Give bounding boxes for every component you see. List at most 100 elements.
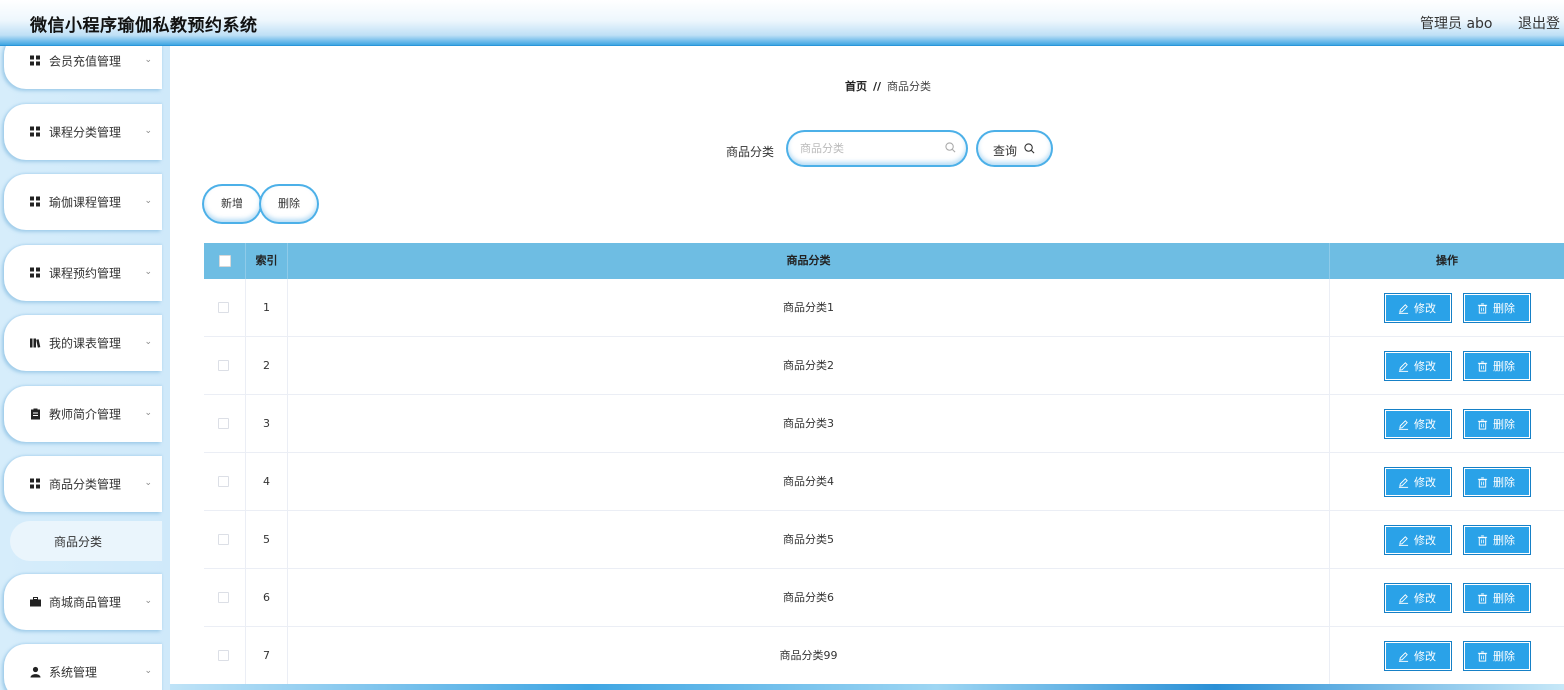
row-index: 3: [246, 395, 288, 453]
delete-button[interactable]: 删除: [1463, 467, 1531, 497]
chevron-down-icon: ⌄: [144, 478, 152, 488]
sidebar: 会员充值管理 ⌄ 课程分类管理 ⌄ 瑜伽课程管理 ⌄ 课程预约管理 ⌄ 我的课表…: [0, 46, 170, 690]
row-operations: 修改 删除: [1330, 279, 1564, 337]
trash-icon: [1477, 651, 1488, 662]
grid-icon: [30, 267, 41, 279]
table-row: 3 商品分类3 修改 删除: [204, 395, 1564, 453]
grid-icon: [30, 55, 41, 67]
delete-button[interactable]: 删除: [1463, 525, 1531, 555]
edit-button[interactable]: 修改: [1384, 583, 1452, 613]
delete-button[interactable]: 删除: [1463, 351, 1531, 381]
sidebar-item-product-category[interactable]: 商品分类管理 ⌄: [4, 456, 162, 512]
user-icon: [30, 666, 41, 678]
sidebar-item-system[interactable]: 系统管理 ⌄: [4, 644, 162, 690]
row-checkbox[interactable]: [218, 650, 229, 661]
sidebar-item-label: 我的课表管理: [49, 336, 122, 351]
row-checkbox[interactable]: [218, 360, 229, 371]
header-select-all: [204, 243, 246, 279]
row-checkbox[interactable]: [218, 476, 229, 487]
row-select-cell: [204, 395, 246, 453]
row-checkbox[interactable]: [218, 534, 229, 545]
breadcrumb-separator: //: [873, 80, 882, 93]
add-button[interactable]: 新增: [204, 186, 260, 222]
breadcrumb: 首页 // 商品分类: [845, 78, 931, 94]
row-operations: 修改 删除: [1330, 337, 1564, 395]
select-all-checkbox[interactable]: [219, 255, 231, 267]
query-button[interactable]: 查询: [978, 132, 1051, 165]
edit-icon: [1398, 304, 1409, 314]
delete-button[interactable]: 删除: [1463, 409, 1531, 439]
delete-button-label: 删除: [1493, 476, 1515, 489]
breadcrumb-home[interactable]: 首页: [845, 80, 867, 93]
sidebar-item-member-recharge[interactable]: 会员充值管理 ⌄: [4, 46, 162, 89]
clipboard-icon: [31, 408, 40, 420]
chevron-down-icon: ⌄: [144, 267, 152, 277]
edit-icon: [1398, 594, 1409, 604]
chevron-down-icon: ⌄: [144, 126, 152, 136]
trash-icon: [1477, 593, 1488, 604]
search-input[interactable]: [800, 140, 940, 156]
edit-button[interactable]: 修改: [1384, 293, 1452, 323]
batch-delete-button[interactable]: 删除: [261, 186, 317, 222]
row-checkbox[interactable]: [218, 302, 229, 313]
sidebar-item-label: 商品分类管理: [49, 477, 122, 492]
table-row: 4 商品分类4 修改 删除: [204, 453, 1564, 511]
edit-button[interactable]: 修改: [1384, 641, 1452, 671]
search-icon: [945, 142, 956, 153]
logout-link[interactable]: 退出登: [1518, 13, 1560, 33]
edit-button[interactable]: 修改: [1384, 351, 1452, 381]
edit-button-label: 修改: [1414, 650, 1436, 663]
sidebar-item-my-schedule[interactable]: 我的课表管理 ⌄: [4, 315, 162, 371]
grid-icon: [30, 478, 41, 490]
row-select-cell: [204, 453, 246, 511]
sidebar-item-yoga-course[interactable]: 瑜伽课程管理 ⌄: [4, 174, 162, 230]
grid-icon: [30, 126, 41, 138]
row-category-name: 商品分类6: [288, 569, 1330, 627]
grid-icon: [30, 196, 41, 208]
delete-button-label: 删除: [1493, 302, 1515, 315]
sidebar-item-label: 课程预约管理: [49, 266, 122, 281]
edit-icon: [1398, 536, 1409, 546]
edit-icon: [1398, 420, 1409, 430]
header-operations: 操作: [1436, 254, 1458, 267]
table-row: 5 商品分类5 修改 删除: [204, 511, 1564, 569]
edit-icon: [1398, 362, 1409, 372]
chevron-down-icon: ⌄: [144, 55, 152, 65]
edit-button-label: 修改: [1414, 360, 1436, 373]
row-category-name: 商品分类4: [288, 453, 1330, 511]
edit-icon: [1398, 652, 1409, 662]
table-header: 索引 商品分类 操作: [204, 243, 1564, 279]
sidebar-item-mall-products[interactable]: 商城商品管理 ⌄: [4, 574, 162, 630]
table-row: 6 商品分类6 修改 删除: [204, 569, 1564, 627]
app-title: 微信小程序瑜伽私教预约系统: [30, 16, 258, 36]
sidebar-item-label: 教师简介管理: [49, 407, 122, 422]
submenu-item-product-category[interactable]: 商品分类: [10, 521, 162, 561]
edit-button[interactable]: 修改: [1384, 525, 1452, 555]
search-box: [788, 132, 966, 165]
row-select-cell: [204, 279, 246, 337]
edit-button[interactable]: 修改: [1384, 467, 1452, 497]
header-index: 索引: [246, 243, 288, 279]
row-operations: 修改 删除: [1330, 453, 1564, 511]
edit-button[interactable]: 修改: [1384, 409, 1452, 439]
book-icon: [30, 338, 41, 348]
sidebar-item-label: 课程分类管理: [49, 125, 122, 140]
edit-button-label: 修改: [1414, 534, 1436, 547]
sidebar-item-course-category[interactable]: 课程分类管理 ⌄: [4, 104, 162, 160]
table-row: 7 商品分类99 修改 删除: [204, 627, 1564, 685]
chevron-down-icon: ⌄: [144, 596, 152, 606]
delete-button[interactable]: 删除: [1463, 293, 1531, 323]
trash-icon: [1477, 303, 1488, 314]
header-name: 商品分类: [288, 243, 1330, 279]
row-checkbox[interactable]: [218, 592, 229, 603]
delete-button[interactable]: 删除: [1463, 583, 1531, 613]
row-category-name: 商品分类3: [288, 395, 1330, 453]
row-select-cell: [204, 511, 246, 569]
row-checkbox[interactable]: [218, 418, 229, 429]
row-category-name: 商品分类99: [288, 627, 1330, 685]
sidebar-item-teacher-intro[interactable]: 教师简介管理 ⌄: [4, 386, 162, 442]
bottom-decoration: [170, 684, 1564, 690]
row-operations: 修改 删除: [1330, 627, 1564, 685]
delete-button[interactable]: 删除: [1463, 641, 1531, 671]
sidebar-item-course-booking[interactable]: 课程预约管理 ⌄: [4, 245, 162, 301]
